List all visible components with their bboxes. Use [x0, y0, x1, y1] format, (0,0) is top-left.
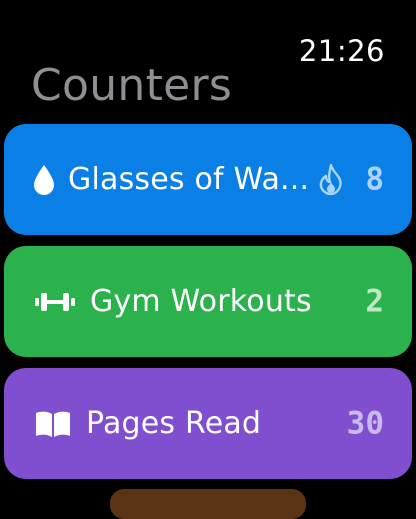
counter-value: 8	[365, 160, 384, 197]
counter-label: Gym Workouts	[90, 283, 312, 319]
counter-label: Pages Read	[86, 405, 262, 441]
dumbbell-icon	[35, 292, 75, 311]
book-icon	[36, 411, 70, 437]
counter-value: 30	[346, 404, 384, 441]
water-drop-icon	[34, 164, 54, 195]
counter-value: 2	[365, 282, 384, 319]
counter-card-glasses-of-water[interactable]: Glasses of Wa... 8	[4, 124, 412, 235]
counter-card-pages-read[interactable]: Pages Read 30	[4, 368, 412, 479]
flame-icon	[319, 163, 342, 195]
next-counter-card[interactable]	[110, 489, 306, 519]
counter-card-gym-workouts[interactable]: Gym Workouts 2	[4, 246, 412, 357]
counter-label: Glasses of Wa...	[68, 161, 310, 197]
page-title: Counters	[31, 60, 233, 111]
status-time: 21:26	[298, 34, 385, 68]
